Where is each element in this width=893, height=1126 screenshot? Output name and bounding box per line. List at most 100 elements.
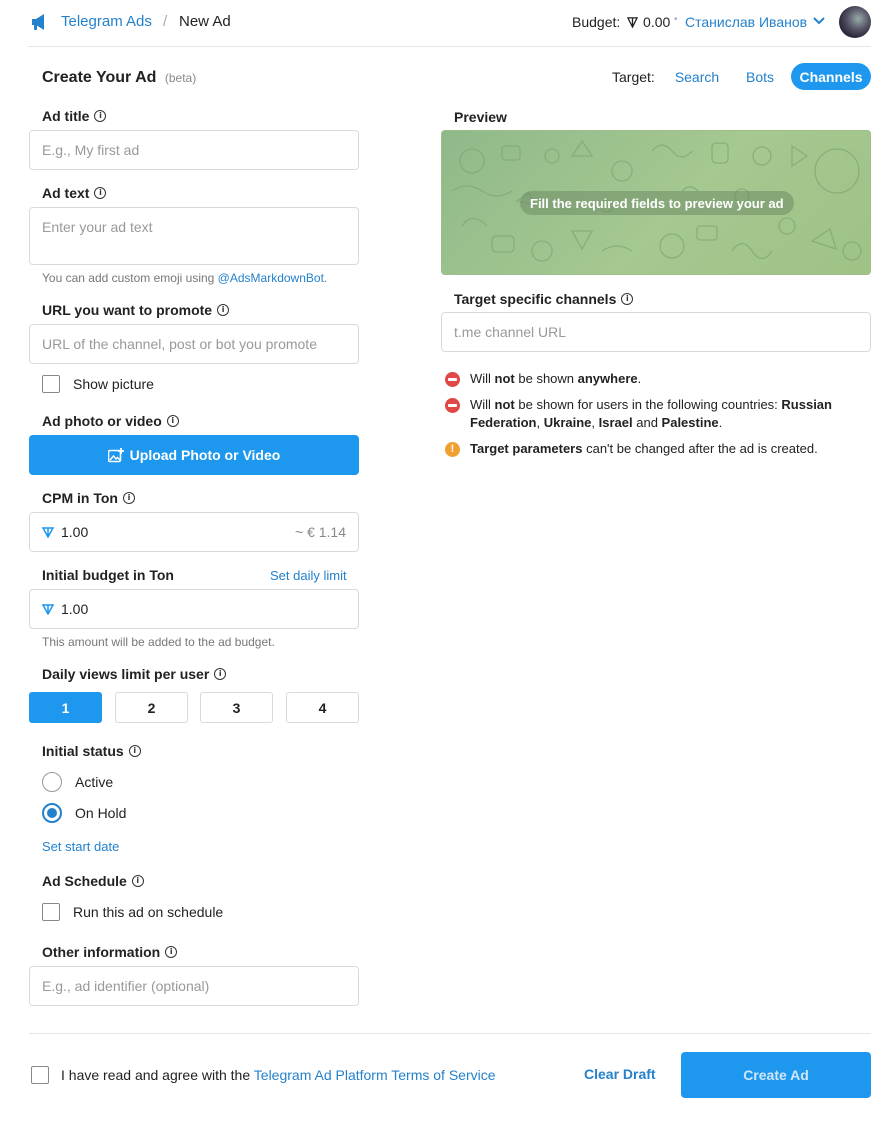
error-icon: [445, 398, 460, 413]
status-active-label: Active: [75, 774, 114, 790]
daily-views-option-3[interactable]: 3: [200, 692, 273, 723]
set-start-date-link[interactable]: Set start date: [42, 839, 119, 854]
ad-title-input[interactable]: E.g., My first ad: [29, 130, 359, 170]
tab-bots[interactable]: Bots: [734, 63, 786, 90]
info-icon[interactable]: i: [621, 293, 634, 305]
chevron-down-icon[interactable]: [813, 16, 825, 26]
target-channels-label: Target specific channels i: [454, 291, 634, 307]
cpm-input[interactable]: 1.00 ~ € 1.14: [29, 512, 359, 552]
url-placeholder: URL of the channel, post or bot you prom…: [42, 336, 317, 352]
show-picture-checkbox[interactable]: [42, 375, 60, 393]
other-info-label-text: Other information: [42, 944, 161, 960]
daily-views-option-4[interactable]: 4: [286, 692, 359, 723]
url-input[interactable]: URL of the channel, post or bot you prom…: [29, 324, 359, 364]
note-fragment: be shown for users in the following coun…: [514, 397, 782, 412]
brand-link[interactable]: Telegram Ads: [61, 13, 152, 30]
breadcrumb-separator: /: [163, 13, 168, 30]
initial-status-label: Initial status i: [42, 743, 141, 759]
info-icon[interactable]: i: [122, 492, 135, 504]
ad-text-label: Ad text i: [42, 185, 107, 201]
note-fragment-bold: anywhere: [577, 371, 638, 386]
note-fragment: and: [632, 415, 662, 430]
status-onhold-label: On Hold: [75, 805, 127, 821]
status-active-row[interactable]: Active: [42, 772, 113, 792]
preview-placeholder-message: Fill the required fields to preview your…: [520, 191, 794, 215]
budget-label: Initial budget in Ton: [42, 567, 174, 583]
tab-channels[interactable]: Channels: [791, 63, 871, 90]
ad-text-input[interactable]: Enter your ad text: [29, 207, 359, 265]
url-label: URL you want to promote i: [42, 302, 230, 318]
cpm-value: 1.00: [61, 524, 89, 540]
url-label-text: URL you want to promote: [42, 302, 213, 318]
note-fragment-bold: Palestine: [661, 415, 719, 430]
info-icon[interactable]: i: [94, 110, 107, 122]
terms-of-service-link[interactable]: Telegram Ad Platform Terms of Service: [254, 1067, 496, 1083]
set-daily-limit-link[interactable]: Set daily limit: [270, 568, 347, 583]
daily-views-option-2[interactable]: 2: [115, 692, 188, 723]
note-fragment-bold: Russian: [781, 397, 832, 412]
tab-search[interactable]: Search: [666, 63, 728, 90]
terms-checkbox[interactable]: [31, 1066, 49, 1084]
ad-text-label-text: Ad text: [42, 185, 90, 201]
note-fragment-bold: Ukraine: [543, 415, 592, 430]
note-text: Will not be shown for users in the follo…: [470, 396, 832, 432]
target-channels-label-text: Target specific channels: [454, 291, 617, 307]
ton-icon: [42, 603, 54, 615]
user-menu[interactable]: Станислав Иванов: [685, 14, 807, 30]
info-icon[interactable]: i: [217, 304, 230, 316]
terms-prefix: I have read and agree with the: [61, 1067, 254, 1083]
megaphone-icon: [32, 14, 44, 30]
create-ad-button[interactable]: Create Ad: [681, 1052, 871, 1098]
status-onhold-row[interactable]: On Hold: [42, 803, 126, 823]
ad-schedule-label: Ad Schedule i: [42, 873, 144, 889]
info-icon[interactable]: i: [165, 946, 178, 958]
ad-text-hint: You can add custom emoji using @AdsMarkd…: [42, 271, 327, 285]
ton-icon: [627, 17, 639, 29]
ads-markdown-bot-link[interactable]: @AdsMarkdownBot: [218, 271, 324, 285]
media-label-text: Ad photo or video: [42, 413, 162, 429]
daily-views-label-text: Daily views limit per user: [42, 666, 210, 682]
budget-label: Budget:: [572, 14, 621, 30]
info-icon[interactable]: i: [128, 745, 141, 757]
budget-label-text: Initial budget in Ton: [42, 567, 174, 583]
terms-agreement[interactable]: I have read and agree with the Telegram …: [31, 1066, 496, 1084]
initial-status-label-text: Initial status: [42, 743, 124, 759]
beta-badge: (beta): [164, 71, 197, 85]
other-info-input[interactable]: E.g., ad identifier (optional): [29, 966, 359, 1006]
page-title: Create Your Ad (beta): [42, 69, 196, 87]
daily-views-option-1[interactable]: 1: [29, 692, 102, 723]
schedule-checkbox[interactable]: [42, 903, 60, 921]
avatar[interactable]: [839, 6, 871, 38]
add-image-icon: [107, 447, 124, 462]
budget-value: 1.00: [61, 601, 89, 617]
ad-schedule-label-text: Ad Schedule: [42, 873, 127, 889]
status-active-radio[interactable]: [42, 772, 62, 792]
budget-display: Budget: 0.00: [572, 14, 670, 30]
other-info-placeholder: E.g., ad identifier (optional): [42, 978, 210, 994]
info-icon[interactable]: i: [166, 415, 179, 427]
target-note-warning: ! Target parameters can't be changed aft…: [445, 440, 818, 458]
info-icon[interactable]: i: [94, 187, 107, 199]
status-onhold-radio[interactable]: [42, 803, 62, 823]
budget-input[interactable]: 1.00: [29, 589, 359, 629]
note-fragment-bold: Target parameters: [470, 441, 583, 456]
show-picture-row[interactable]: Show picture: [42, 375, 154, 393]
target-note-countries: Will not be shown for users in the follo…: [445, 396, 832, 432]
info-icon[interactable]: i: [131, 875, 144, 887]
schedule-checkbox-label: Run this ad on schedule: [73, 904, 224, 920]
breadcrumb-current: New Ad: [179, 13, 231, 30]
top-bar: Telegram Ads / New Ad Budget: 0.00 • Ста…: [28, 0, 871, 47]
schedule-row[interactable]: Run this ad on schedule: [42, 903, 223, 921]
hint-text: You can add custom emoji using: [42, 271, 218, 285]
budget-value: 0.00: [643, 14, 671, 30]
channel-url-input[interactable]: t.me channel URL: [441, 312, 871, 352]
show-picture-label: Show picture: [73, 376, 154, 392]
note-text: Will not be shown anywhere.: [470, 370, 641, 388]
preview-label: Preview: [454, 109, 507, 125]
info-icon[interactable]: i: [214, 668, 227, 680]
clear-draft-button[interactable]: Clear Draft: [584, 1066, 656, 1082]
upload-photo-video-button[interactable]: Upload Photo or Video: [29, 435, 359, 475]
note-fragment: .: [637, 371, 642, 386]
note-fragment: ,: [591, 415, 599, 430]
note-fragment: ,: [536, 415, 544, 430]
